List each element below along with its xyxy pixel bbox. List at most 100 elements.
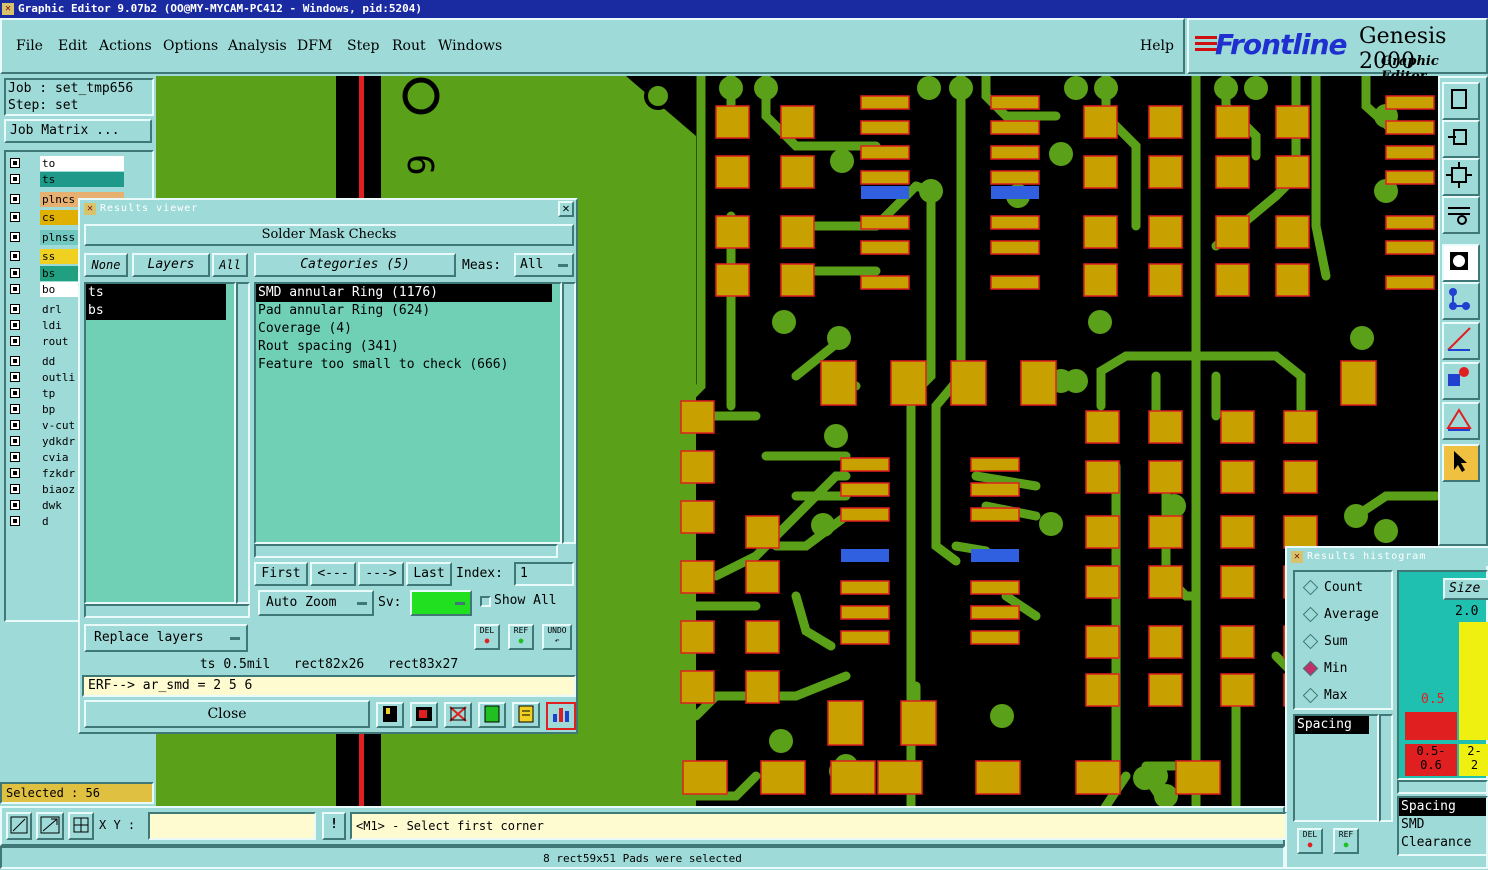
show-all-checkbox[interactable] <box>480 596 491 607</box>
sv-color-select[interactable] <box>410 590 472 616</box>
category-item[interactable]: Feature too small to check (666) <box>256 356 560 374</box>
layer-checkbox[interactable] <box>10 404 20 414</box>
pointer-icon[interactable] <box>1442 444 1480 482</box>
index-input[interactable]: 1 <box>514 562 574 586</box>
layer-list-scrollbar[interactable] <box>236 282 250 604</box>
layer-checkbox[interactable] <box>10 268 20 278</box>
categories-button[interactable]: Categories (5) <box>254 253 456 277</box>
layer-checkbox[interactable] <box>10 304 20 314</box>
layer-checkbox[interactable] <box>10 320 20 330</box>
menu-options[interactable]: Options <box>163 38 218 54</box>
min-radio[interactable]: Min <box>1302 660 1347 677</box>
display-icon[interactable] <box>410 702 438 728</box>
last-button[interactable]: Last <box>406 562 452 586</box>
category-list-scrollbar[interactable] <box>562 282 576 544</box>
layer-checkbox[interactable] <box>10 500 20 510</box>
layer-checkbox[interactable] <box>10 356 20 366</box>
first-button[interactable]: First <box>254 562 308 586</box>
xy-input[interactable] <box>148 812 316 840</box>
next-button[interactable]: ---> <box>358 562 404 586</box>
solder-mask-checks-header[interactable]: Solder Mask Checks <box>84 224 574 246</box>
histogram-icon[interactable] <box>546 702 576 730</box>
layer-checkbox[interactable] <box>10 232 20 242</box>
menu-step[interactable]: Step <box>347 38 379 54</box>
measure-item[interactable]: Spacing <box>1399 798 1486 816</box>
category-listbox[interactable]: SMD annular Ring (1176) Pad annular Ring… <box>254 282 562 544</box>
close-button[interactable]: Close <box>84 700 370 728</box>
layer-checkbox[interactable] <box>10 436 20 446</box>
count-radio[interactable]: Count <box>1302 579 1363 596</box>
histogram-list-item[interactable]: Spacing <box>1295 716 1369 734</box>
measure-icon[interactable] <box>1442 196 1480 234</box>
menu-analysis[interactable]: Analysis <box>228 38 287 54</box>
layer-checkbox[interactable] <box>10 420 20 430</box>
zoom-home-icon[interactable] <box>1442 82 1480 120</box>
pan-icon[interactable] <box>36 812 64 840</box>
select-feature-icon[interactable] <box>1442 244 1480 282</box>
prev-button[interactable]: <--- <box>310 562 356 586</box>
layer-list-item[interactable]: ts <box>86 284 226 302</box>
info-icon[interactable]: ! <box>322 812 346 840</box>
layer-listbox[interactable]: ts bs <box>84 282 236 604</box>
job-matrix-button[interactable]: Job Matrix ... <box>4 119 152 143</box>
close-icon[interactable]: ✕ <box>558 201 574 217</box>
sum-radio[interactable]: Sum <box>1302 633 1347 650</box>
layers-button[interactable]: Layers <box>132 253 210 277</box>
histogram-delete-icon[interactable]: DEL ● <box>1297 828 1323 854</box>
grid-icon[interactable] <box>68 812 94 840</box>
menu-dfm[interactable]: DFM <box>297 38 332 54</box>
zoom-fit-icon[interactable] <box>1442 158 1480 196</box>
zoom-area-icon[interactable] <box>6 812 32 840</box>
layer-checkbox[interactable] <box>10 158 20 168</box>
notes-icon[interactable] <box>512 702 540 728</box>
auto-zoom-select[interactable]: Auto Zoom <box>258 590 374 616</box>
layer-checkbox[interactable] <box>10 284 20 294</box>
category-item[interactable]: Coverage (4) <box>256 320 560 338</box>
meas-select[interactable]: All <box>514 253 574 277</box>
ref-icon[interactable]: REF ● <box>508 624 534 650</box>
menu-file[interactable]: File <box>16 38 43 54</box>
layer-checkbox[interactable] <box>10 336 20 346</box>
net-icon[interactable] <box>1442 282 1480 320</box>
draw-line-icon[interactable] <box>1442 322 1480 360</box>
menu-rout[interactable]: Rout <box>392 38 426 54</box>
category-item[interactable]: Rout spacing (341) <box>256 338 560 356</box>
none-button[interactable]: None <box>84 253 128 277</box>
menu-help[interactable]: Help <box>1140 38 1174 54</box>
layer-checkbox[interactable] <box>10 484 20 494</box>
average-radio[interactable]: Average <box>1302 606 1379 623</box>
replace-layers-select[interactable]: Replace layers <box>84 624 248 652</box>
histogram-ref-icon[interactable]: REF ● <box>1333 828 1359 854</box>
layer-row-to[interactable]: to <box>8 156 124 171</box>
size-button[interactable]: Size <box>1443 578 1488 600</box>
max-radio[interactable]: Max <box>1302 687 1347 704</box>
layer-checkbox[interactable] <box>10 516 20 526</box>
layer-checkbox[interactable] <box>10 174 20 184</box>
layer-row-ts[interactable]: ts <box>8 172 124 187</box>
category-item[interactable]: SMD annular Ring (1176) <box>256 284 552 302</box>
all-button[interactable]: All <box>212 253 248 277</box>
menu-actions[interactable]: Actions <box>99 38 152 54</box>
layer-list-item[interactable]: bs <box>86 302 226 320</box>
category-item[interactable]: Pad annular Ring (624) <box>256 302 560 320</box>
layer-checkbox[interactable] <box>10 212 20 222</box>
histogram-list-scrollbar[interactable] <box>1379 714 1393 822</box>
histogram-measure-list[interactable]: Spacing <box>1293 714 1379 822</box>
undo-icon[interactable]: UNDO ↶ <box>542 624 572 650</box>
layer-checkbox[interactable] <box>10 452 20 462</box>
layer-list-hscrollbar[interactable] <box>84 604 250 618</box>
measure-item[interactable]: SMD <box>1399 816 1486 834</box>
category-list-hscrollbar[interactable] <box>254 544 558 558</box>
layer-checkbox[interactable] <box>10 468 20 478</box>
histogram-hscrollbar[interactable] <box>1397 780 1488 794</box>
measure-item[interactable]: Clearance <box>1399 834 1486 852</box>
layer-checkbox[interactable] <box>10 194 20 204</box>
polygon-icon[interactable] <box>1442 402 1480 440</box>
zoom-back-icon[interactable] <box>1442 120 1480 158</box>
pad-add-icon[interactable] <box>1442 362 1480 400</box>
delete-icon[interactable]: DEL ● <box>474 624 500 650</box>
menu-edit[interactable]: Edit <box>58 38 87 54</box>
clear-icon[interactable] <box>444 702 472 728</box>
layer-checkbox[interactable] <box>10 388 20 398</box>
report-icon[interactable] <box>376 702 404 728</box>
